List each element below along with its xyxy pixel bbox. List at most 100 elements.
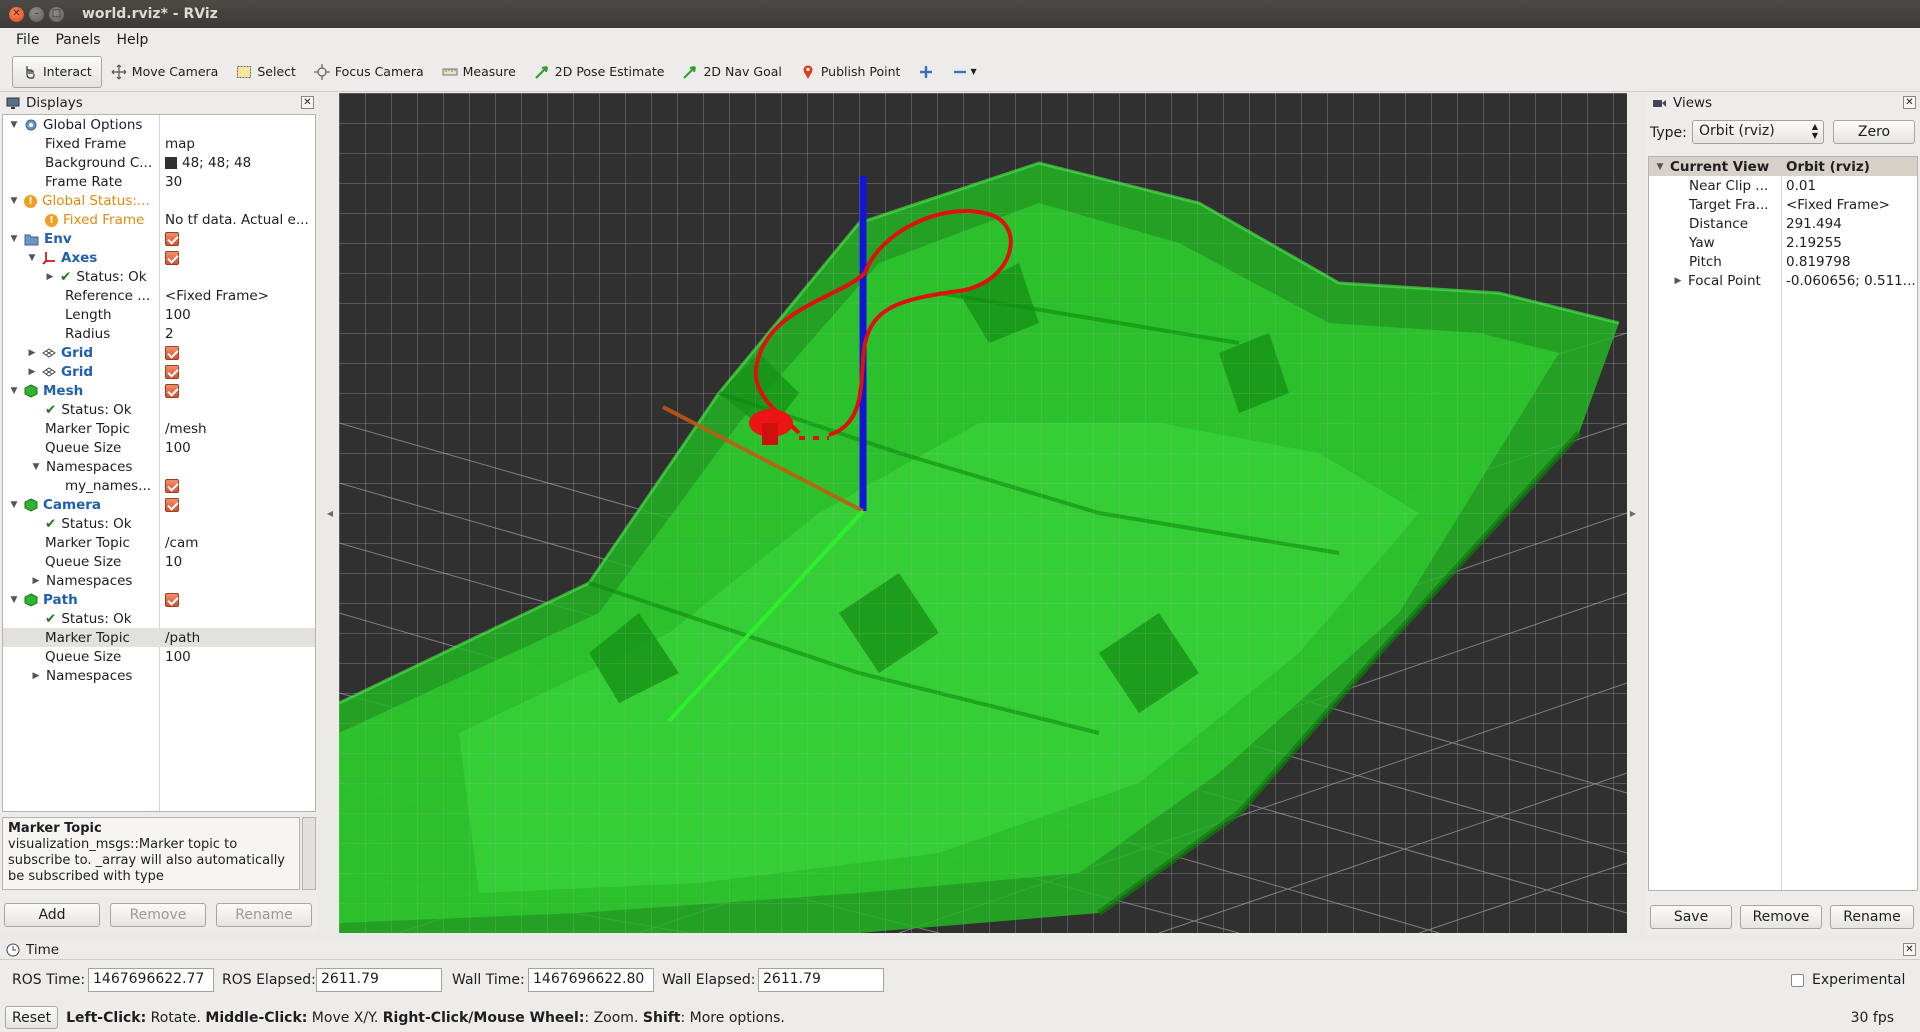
- menu-file[interactable]: File: [8, 32, 47, 48]
- radius-value[interactable]: 2: [165, 326, 174, 342]
- wall-elapsed-field[interactable]: 2611.79: [758, 968, 884, 992]
- tree-row-frame-rate[interactable]: Frame Rate 30: [3, 172, 315, 191]
- tree-row-axes[interactable]: ▼ Axes: [3, 248, 315, 267]
- tree-row-fixed-frame-status[interactable]: ! Fixed Frame No tf data. Actual e...: [3, 210, 315, 229]
- rename-view-button[interactable]: Rename: [1830, 905, 1914, 929]
- add-tool-button[interactable]: [909, 56, 943, 88]
- tree-row-camera-namespaces[interactable]: ▶ Namespaces: [3, 571, 315, 590]
- expand-arrow-icon[interactable]: ▼: [9, 120, 19, 130]
- close-window-icon[interactable]: ✕: [9, 6, 24, 22]
- expand-arrow-icon[interactable]: ▶: [45, 272, 55, 282]
- mesh-checkbox[interactable]: [165, 384, 179, 398]
- tree-row-current-view[interactable]: ▼ Current View Orbit (rviz): [1649, 157, 1917, 176]
- remove-tool-button[interactable]: ▼: [943, 56, 985, 88]
- tree-row-path-namespaces[interactable]: ▶ Namespaces: [3, 666, 315, 685]
- tree-row-grid-1[interactable]: ▶ Grid: [3, 343, 315, 362]
- tree-row-length[interactable]: Length 100: [3, 305, 315, 324]
- tree-row-background-color[interactable]: Background C... 48; 48; 48: [3, 153, 315, 172]
- tree-row-near-clip[interactable]: Near Clip ... 0.01: [1649, 176, 1917, 195]
- camera-checkbox[interactable]: [165, 498, 179, 512]
- axes-checkbox[interactable]: [165, 251, 179, 265]
- expand-arrow-icon[interactable]: ▼: [31, 462, 41, 472]
- tree-row-mesh-namespaces[interactable]: ▼ Namespaces: [3, 457, 315, 476]
- left-splitter-handle[interactable]: ◀: [327, 93, 333, 933]
- reference-frame-value[interactable]: <Fixed Frame>: [165, 288, 269, 304]
- tree-row-path-marker-topic[interactable]: Marker Topic /path: [3, 628, 315, 647]
- pitch-value[interactable]: 0.819798: [1786, 254, 1850, 270]
- frame-rate-value[interactable]: 30: [165, 174, 182, 190]
- 3d-render-viewport[interactable]: [339, 93, 1627, 933]
- expand-arrow-icon[interactable]: ▼: [9, 234, 19, 244]
- expand-arrow-icon[interactable]: ▼: [1655, 162, 1665, 172]
- expand-arrow-icon[interactable]: ▼: [9, 386, 19, 396]
- tree-row-camera-marker-topic[interactable]: Marker Topic /cam: [3, 533, 315, 552]
- env-checkbox[interactable]: [165, 232, 179, 246]
- tree-row-axes-status[interactable]: ▶ ✔ Status: Ok: [3, 267, 315, 286]
- tree-row-mesh-status[interactable]: ✔ Status: Ok: [3, 400, 315, 419]
- select-tool-button[interactable]: Select: [227, 56, 305, 88]
- focal-point-value[interactable]: -0.060656; 0.511...: [1786, 273, 1916, 289]
- save-view-button[interactable]: Save: [1650, 905, 1732, 929]
- menu-panels[interactable]: Panels: [47, 32, 108, 48]
- tree-row-camera-queue-size[interactable]: Queue Size 10: [3, 552, 315, 571]
- tree-row-my-namespace[interactable]: my_names...: [3, 476, 315, 495]
- remove-view-button[interactable]: Remove: [1740, 905, 1822, 929]
- view-properties-tree[interactable]: ▼ Current View Orbit (rviz) Near Clip ...…: [1648, 156, 1918, 891]
- tree-row-pitch[interactable]: Pitch 0.819798: [1649, 252, 1917, 271]
- measure-tool-button[interactable]: Measure: [433, 56, 525, 88]
- publish-point-tool-button[interactable]: Publish Point: [791, 56, 910, 88]
- grid-1-checkbox[interactable]: [165, 346, 179, 360]
- close-time-panel-icon[interactable]: ✕: [1903, 943, 1916, 956]
- wall-time-field[interactable]: 1467696622.80: [528, 968, 654, 992]
- target-frame-value[interactable]: <Fixed Frame>: [1786, 197, 1890, 213]
- my-namespace-checkbox[interactable]: [165, 479, 179, 493]
- reset-button[interactable]: Reset: [5, 1006, 59, 1029]
- path-queue-size-value[interactable]: 100: [165, 649, 191, 665]
- remove-display-button[interactable]: Remove: [110, 903, 206, 927]
- expand-arrow-icon[interactable]: ▶: [27, 367, 37, 377]
- tree-row-distance[interactable]: Distance 291.494: [1649, 214, 1917, 233]
- expand-arrow-icon[interactable]: ▶: [31, 576, 41, 586]
- move-camera-tool-button[interactable]: Move Camera: [102, 56, 228, 88]
- fixed-frame-value[interactable]: map: [165, 136, 195, 152]
- expand-arrow-icon[interactable]: ▼: [27, 253, 37, 263]
- displays-tree[interactable]: ▼ Global Options Fixed Frame map Backgro…: [2, 114, 316, 812]
- add-display-button[interactable]: Add: [4, 903, 100, 927]
- near-clip-value[interactable]: 0.01: [1786, 178, 1816, 194]
- tree-row-path-queue-size[interactable]: Queue Size 100: [3, 647, 315, 666]
- tree-row-radius[interactable]: Radius 2: [3, 324, 315, 343]
- distance-value[interactable]: 291.494: [1786, 216, 1842, 232]
- focus-camera-tool-button[interactable]: Focus Camera: [305, 56, 433, 88]
- tree-row-path-status[interactable]: ✔ Status: Ok: [3, 609, 315, 628]
- description-scrollbar[interactable]: [302, 817, 316, 890]
- mesh-marker-topic-value[interactable]: /mesh: [165, 421, 207, 437]
- tree-row-focal-point[interactable]: ▶ Focal Point -0.060656; 0.511...: [1649, 271, 1917, 290]
- tree-row-target-frame[interactable]: Target Fra... <Fixed Frame>: [1649, 195, 1917, 214]
- 2d-nav-goal-tool-button[interactable]: 2D Nav Goal: [673, 56, 790, 88]
- tree-row-yaw[interactable]: Yaw 2.19255: [1649, 233, 1917, 252]
- tree-row-camera-status[interactable]: ✔ Status: Ok: [3, 514, 315, 533]
- view-type-dropdown[interactable]: Orbit (rviz) ▲ ▼: [1692, 120, 1824, 144]
- tree-row-global-status[interactable]: ▼ ! Global Status:...: [3, 191, 315, 210]
- close-views-panel-icon[interactable]: ✕: [1903, 96, 1916, 109]
- tree-row-reference-frame[interactable]: Reference ... <Fixed Frame>: [3, 286, 315, 305]
- tree-row-mesh-queue-size[interactable]: Queue Size 100: [3, 438, 315, 457]
- minimize-window-icon[interactable]: –: [29, 6, 44, 22]
- tree-row-env[interactable]: ▼ Env: [3, 229, 315, 248]
- interact-tool-button[interactable]: Interact: [12, 55, 102, 88]
- tree-row-fixed-frame[interactable]: Fixed Frame map: [3, 134, 315, 153]
- path-checkbox[interactable]: [165, 593, 179, 607]
- grid-2-checkbox[interactable]: [165, 365, 179, 379]
- expand-arrow-icon[interactable]: ▼: [9, 196, 19, 206]
- expand-arrow-icon[interactable]: ▼: [9, 500, 19, 510]
- background-color-value[interactable]: 48; 48; 48: [182, 155, 251, 171]
- path-marker-topic-value[interactable]: /path: [165, 630, 200, 646]
- expand-arrow-icon[interactable]: ▶: [31, 671, 41, 681]
- close-displays-panel-icon[interactable]: ✕: [301, 96, 314, 109]
- ros-elapsed-field[interactable]: 2611.79: [316, 968, 442, 992]
- mesh-queue-size-value[interactable]: 100: [165, 440, 191, 456]
- tree-row-grid-2[interactable]: ▶ Grid: [3, 362, 315, 381]
- zero-view-button[interactable]: Zero: [1833, 120, 1915, 144]
- camera-marker-topic-value[interactable]: /cam: [165, 535, 198, 551]
- tree-row-global-options[interactable]: ▼ Global Options: [3, 115, 315, 134]
